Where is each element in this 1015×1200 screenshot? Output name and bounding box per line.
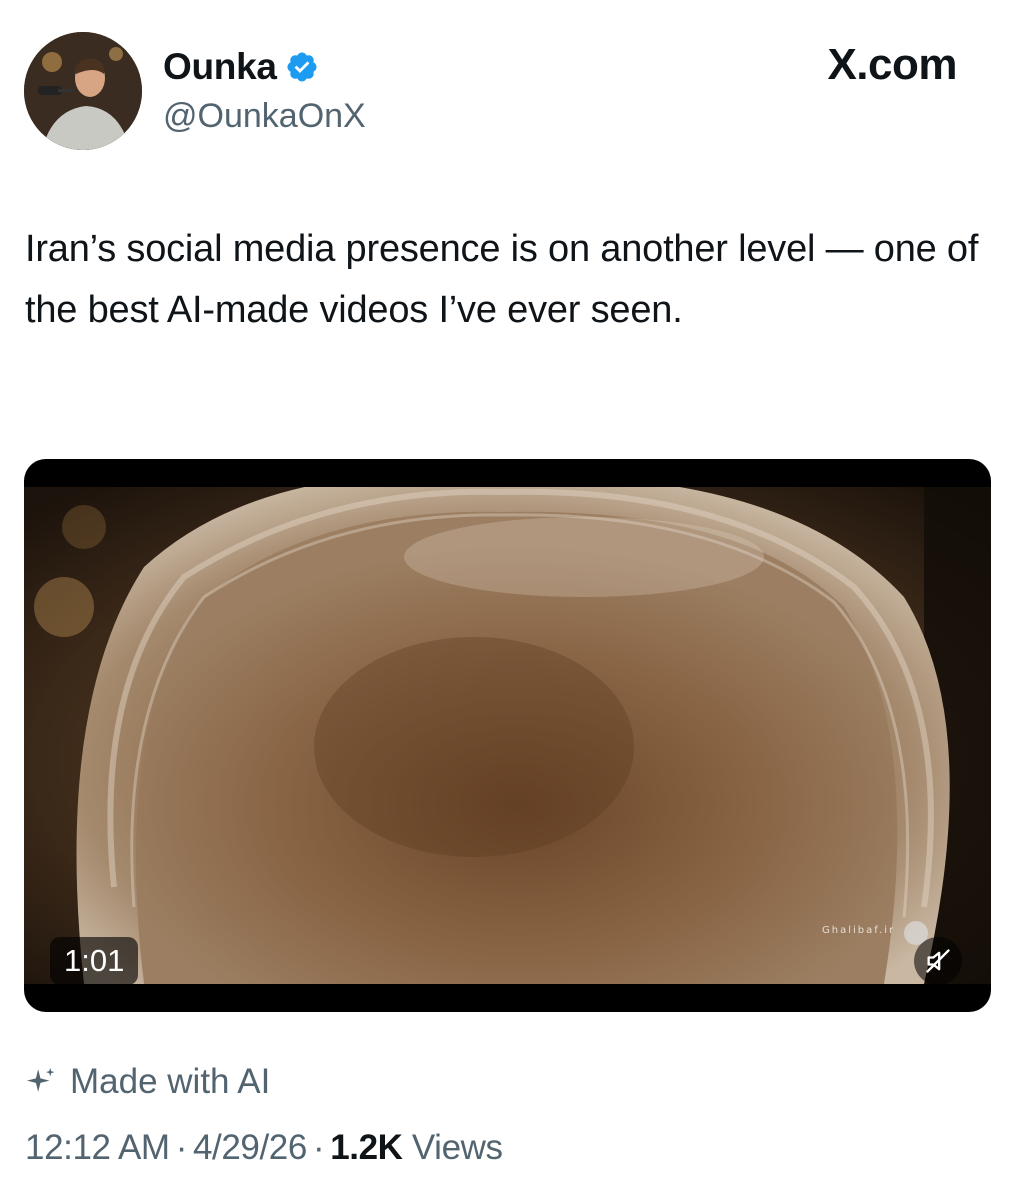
mute-toggle-button[interactable] — [914, 937, 962, 985]
author-display-name[interactable]: Ounka — [163, 46, 277, 88]
tweet-time[interactable]: 12:12 AM — [25, 1128, 170, 1167]
author-handle[interactable]: @OunkaOnX — [163, 97, 366, 136]
views-label: Views — [411, 1128, 503, 1167]
tweet-text: Iran’s social media presence is on anoth… — [25, 228, 979, 331]
meta-separator: · — [312, 1128, 325, 1167]
views-count: 1.2K — [330, 1128, 403, 1167]
video-watermark: Ghalibaf.ir — [822, 925, 896, 936]
made-with-ai-text: Made with AI — [70, 1062, 271, 1101]
video-duration: 1:01 — [50, 937, 139, 985]
made-with-ai-label[interactable]: Made with AI — [24, 1058, 270, 1106]
sparkle-icon — [26, 1067, 55, 1092]
tweet-date[interactable]: 4/29/26 — [193, 1128, 307, 1167]
meta-separator: · — [175, 1128, 188, 1167]
speaker-muted-icon — [926, 949, 950, 973]
tweet-meta: 12:12 AM · 4/29/26 · 1.2K Views — [25, 1128, 503, 1168]
site-brand: X.com — [827, 40, 957, 89]
author-name-row: Ounka — [163, 44, 319, 90]
author-avatar[interactable] — [24, 32, 142, 150]
verified-badge-icon — [285, 50, 319, 84]
video-player[interactable]: Ghalibaf.ir 1:01 — [24, 459, 991, 1012]
video-frame[interactable] — [24, 487, 991, 984]
avatar-image — [24, 32, 142, 150]
